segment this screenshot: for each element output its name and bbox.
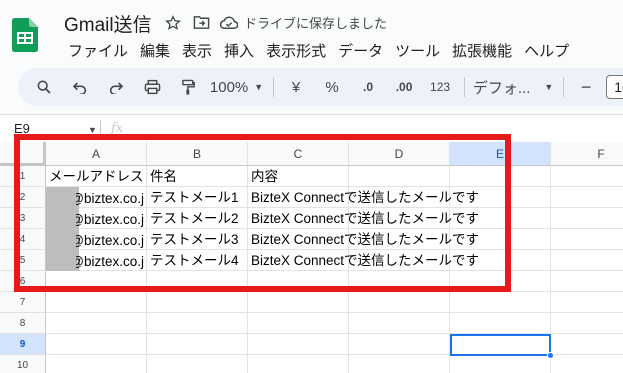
menu-help[interactable]: ヘルプ xyxy=(518,38,575,63)
toolbar: 100% ▼ ¥ % .0 .00 123 デフォ... ▼ − 10 xyxy=(18,68,623,106)
column-header-f[interactable]: F xyxy=(551,142,623,166)
move-folder-icon[interactable] xyxy=(192,14,210,32)
toolbar-divider xyxy=(464,77,466,97)
annotation-highlight-box xyxy=(14,134,511,292)
menu-bar: ファイル 編集 表示 挿入 表示形式 データ ツール 拡張機能 ヘルプ xyxy=(62,38,575,63)
grid-line xyxy=(46,312,623,313)
row-header-9[interactable]: 9 xyxy=(0,334,46,355)
menu-format[interactable]: 表示形式 xyxy=(260,38,332,63)
redo-icon[interactable] xyxy=(102,73,130,101)
fill-handle[interactable] xyxy=(547,352,554,359)
font-size-input[interactable]: 10 xyxy=(606,75,623,99)
menu-tools[interactable]: ツール xyxy=(389,38,446,63)
document-title[interactable]: Gmail送信 xyxy=(64,10,152,37)
chevron-down-icon: ▼ xyxy=(544,82,554,92)
font-family-value: デフォ... xyxy=(472,79,531,97)
menu-extensions[interactable]: 拡張機能 xyxy=(446,38,518,63)
row-header-10[interactable]: 10 xyxy=(0,355,46,373)
menu-edit[interactable]: 編集 xyxy=(134,38,176,63)
cloud-saved-icon[interactable] xyxy=(220,14,238,32)
increase-decimal-label: .00 xyxy=(395,80,413,94)
undo-icon[interactable] xyxy=(66,73,94,101)
spreadsheet-app: Gmail送信 ドライブに保存しました ファイル 編集 表示 挿入 表示形式 デ… xyxy=(0,0,623,373)
print-icon[interactable] xyxy=(138,73,166,101)
toolbar-divider xyxy=(273,77,275,97)
decrease-decimal-button[interactable]: .0 xyxy=(354,73,382,101)
save-status: ドライブに保存しました xyxy=(244,16,388,31)
decrease-font-size-button[interactable]: − xyxy=(572,73,600,101)
sheet-grid[interactable]: A B C D E F 1 2 3 4 5 6 7 8 9 10 メールアドレス… xyxy=(0,134,623,373)
sheets-logo-icon[interactable] xyxy=(12,18,38,52)
title-actions: ドライブに保存しました xyxy=(164,13,387,32)
chevron-down-icon: ▼ xyxy=(88,124,97,135)
increase-decimal-button[interactable]: .00 xyxy=(390,73,418,101)
percent-format-button[interactable]: % xyxy=(318,73,346,101)
star-icon[interactable] xyxy=(164,14,182,32)
currency-format-button[interactable]: ¥ xyxy=(282,73,310,101)
search-menus-icon[interactable] xyxy=(30,73,58,101)
toolbar-divider xyxy=(563,77,565,97)
menu-file[interactable]: ファイル xyxy=(62,38,134,63)
chevron-down-icon: ▼ xyxy=(254,82,264,92)
decrease-decimal-label: .0 xyxy=(363,80,374,94)
menu-insert[interactable]: 挿入 xyxy=(218,38,260,63)
zoom-select[interactable]: 100% ▼ xyxy=(210,73,263,101)
number-format-button[interactable]: 123 xyxy=(426,73,454,101)
font-family-select[interactable]: デフォ... ▼ xyxy=(473,73,553,101)
menu-data[interactable]: データ xyxy=(332,38,389,63)
paint-format-icon[interactable] xyxy=(174,73,202,101)
zoom-value: 100% xyxy=(209,78,249,96)
title-bar: Gmail送信 ドライブに保存しました ファイル 編集 表示 挿入 表示形式 デ… xyxy=(0,0,623,64)
selected-cell-e9[interactable] xyxy=(450,334,551,356)
row-header-7[interactable]: 7 xyxy=(0,292,46,313)
row-header-8[interactable]: 8 xyxy=(0,313,46,334)
menu-view[interactable]: 表示 xyxy=(176,38,218,63)
